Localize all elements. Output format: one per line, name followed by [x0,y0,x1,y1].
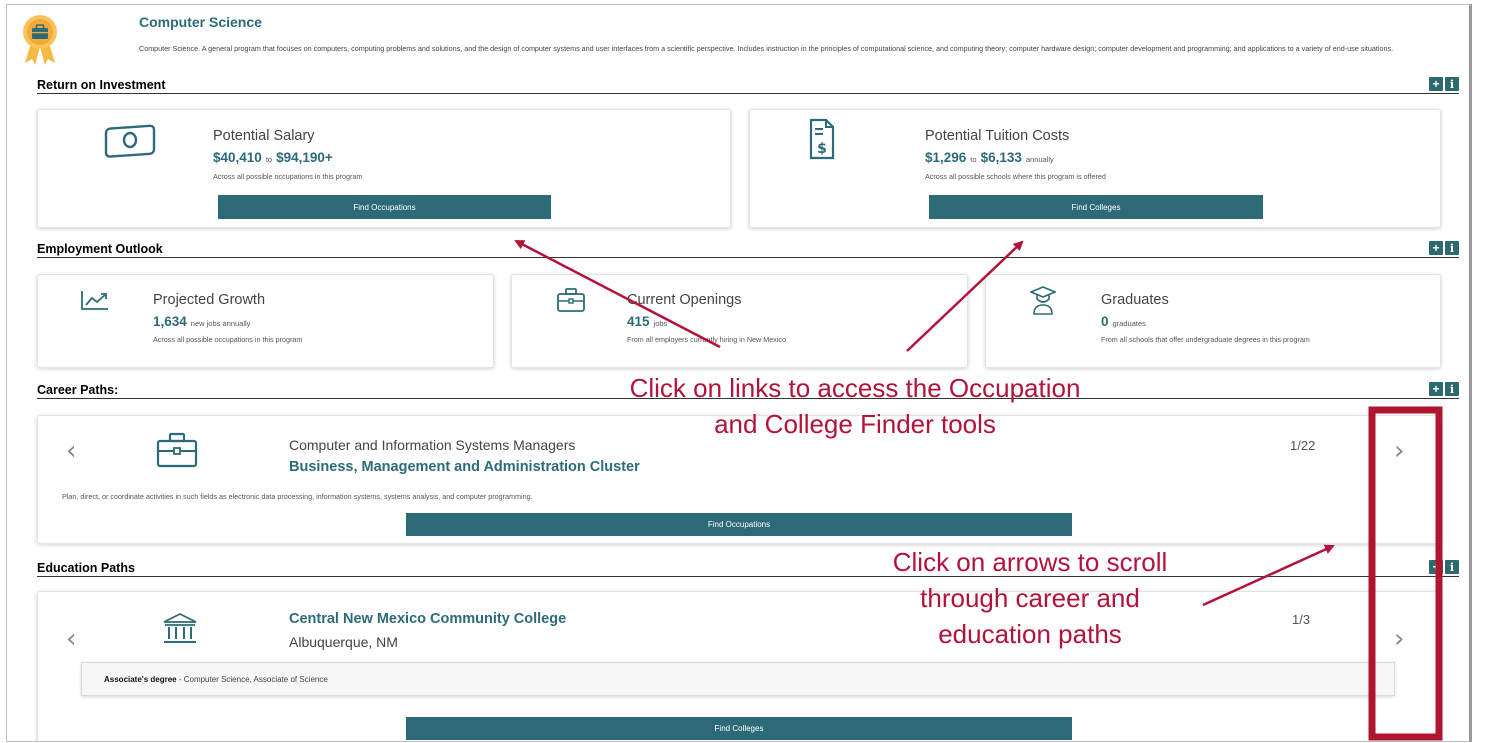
briefcase-icon [557,288,585,312]
program-description: Computer Science. A general program that… [139,44,1394,53]
annotation-links-text: Click on links to access the Occupation … [629,373,1081,439]
money-bill-icon [104,124,156,158]
award-badge-icon [23,15,57,65]
find-colleges-button[interactable]: Find Colleges [406,717,1072,740]
tuition-subtext: Across all possible schools where this p… [925,172,1106,181]
openings-value: 415 jobs [627,314,668,329]
info-icon[interactable]: i [1445,382,1459,396]
openings-subtext: From all employers currently hiring in N… [627,335,786,344]
graduates-subtext: From all schools that offer undergraduat… [1101,335,1310,344]
university-building-icon [163,612,197,643]
growth-title: Projected Growth [153,292,266,308]
career-section-title: Career Paths: [37,383,119,397]
growth-value: 1,634 new jobs annually [153,314,251,329]
expand-plus-icon[interactable]: + [1429,560,1443,574]
find-colleges-button[interactable]: Find Colleges [929,195,1263,219]
college-location: Albuquerque, NM [289,634,398,650]
info-icon[interactable]: i [1445,560,1459,574]
education-next-arrow[interactable]: › [1394,626,1404,652]
career-cluster-link[interactable]: Business, Management and Administration … [289,459,640,475]
roi-section-title: Return on Investment [37,78,166,92]
current-openings-card: Current Openings 415 jobs From all employ… [511,274,968,368]
projected-growth-card: Projected Growth 1,634 new jobs annually … [37,274,494,368]
graduates-card: Graduates 0 graduates From all schools th… [985,274,1441,368]
svg-text:$: $ [817,141,827,157]
salary-title: Potential Salary [213,128,315,144]
info-icon[interactable]: i [1445,241,1459,255]
find-occupations-button[interactable]: Find Occupations [218,195,551,219]
salary-card: Potential Salary $40,410 to $94,190+ Acros… [37,109,731,228]
expand-plus-icon[interactable]: + [1429,382,1443,396]
find-occupations-button[interactable]: Find Occupations [406,513,1072,536]
salary-range: $40,410 to $94,190+ [213,150,333,165]
education-page-counter: 1/3 [1292,612,1311,627]
college-name-link[interactable]: Central New Mexico Community College [289,611,566,627]
employment-section-title: Employment Outlook [37,242,163,256]
annotation-arrows-text: Click on arrows to scroll through career… [892,547,1168,649]
trending-up-icon [81,291,108,310]
program-title: Computer Science [139,14,262,30]
degree-name: - Computer Science, Associate of Science [176,675,328,684]
career-next-arrow[interactable]: › [1394,438,1404,464]
education-section-header: Education Paths + i [37,560,1459,577]
graduate-icon [1030,286,1056,315]
roi-section-header: Return on Investment + i [37,77,1459,94]
graduates-title: Graduates [1101,292,1169,308]
tuition-title: Potential Tuition Costs [925,128,1070,144]
career-occupation-name: Computer and Information Systems Manager… [289,437,576,453]
expand-plus-icon[interactable]: + [1429,77,1443,91]
career-description: Plan, direct, or coordinate activities i… [62,492,533,501]
tuition-range: $1,296 to $6,133 annually [925,150,1054,165]
career-prev-arrow[interactable]: ‹ [66,438,76,464]
briefcase-icon [156,432,198,468]
invoice-document-icon: $ [809,118,835,160]
degree-list-item[interactable]: Associate's degree - Computer Science, A… [81,662,1395,696]
employment-section-header: Employment Outlook + i [37,241,1459,258]
career-page-counter: 1/22 [1290,438,1316,453]
degree-type: Associate's degree [104,675,177,684]
salary-subtext: Across all possible occupations in this … [213,172,363,181]
growth-subtext: Across all possible occupations in this … [153,335,303,344]
tuition-card: $ Potential Tuition Costs $1,296 to $6,133… [749,109,1441,228]
expand-plus-icon[interactable]: + [1429,241,1443,255]
education-section-title: Education Paths [37,561,135,575]
graduates-value: 0 graduates [1101,314,1146,329]
education-prev-arrow[interactable]: ‹ [66,626,76,652]
openings-title: Current Openings [627,292,742,308]
info-icon[interactable]: i [1445,77,1459,91]
